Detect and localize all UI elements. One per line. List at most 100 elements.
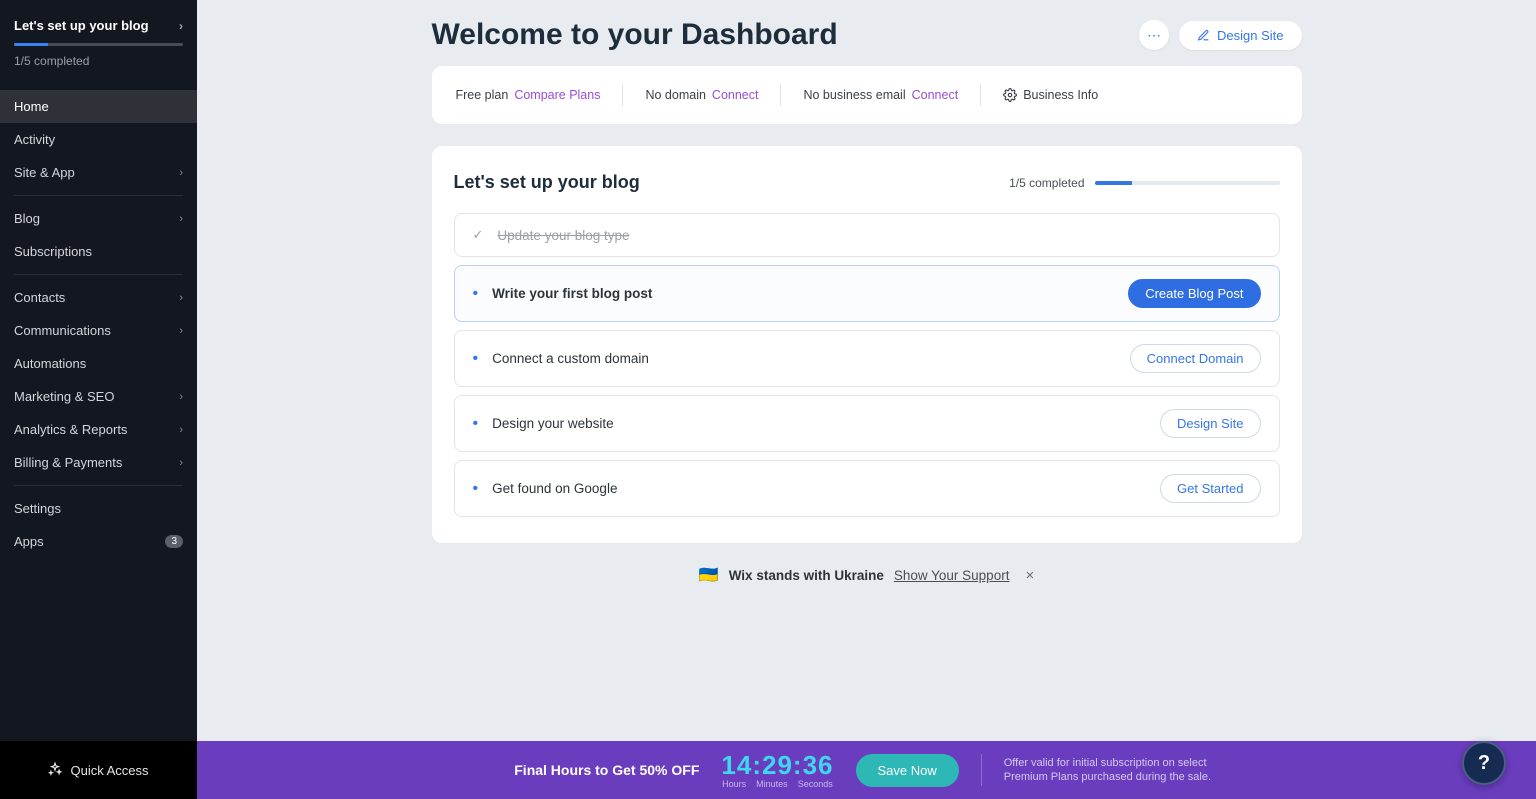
main-content: Welcome to your Dashboard ⋯ Design Site … [197, 0, 1536, 741]
nav-label: Communications [14, 323, 111, 338]
nav-communications[interactable]: Communications › [0, 314, 197, 347]
nav-analytics-reports[interactable]: Analytics & Reports › [0, 413, 197, 446]
offer-text: Offer valid for initial subscription on … [1004, 756, 1219, 785]
nav-billing-payments[interactable]: Billing & Payments › [0, 446, 197, 479]
sidebar-completed-text: 1/5 completed [14, 54, 183, 68]
apps-badge: 3 [165, 535, 183, 548]
setup-progress-fill [1095, 181, 1132, 185]
domain-status: No domain Connect [645, 88, 758, 102]
nav-label: Subscriptions [14, 244, 92, 259]
nav-label: Site & App [14, 165, 75, 180]
nav-contacts[interactable]: Contacts › [0, 281, 197, 314]
business-info-label: Business Info [1023, 88, 1098, 102]
close-icon[interactable]: × [1025, 567, 1034, 584]
create-blog-post-button[interactable]: Create Blog Post [1128, 279, 1260, 308]
quick-access-button[interactable]: Quick Access [0, 741, 197, 799]
seconds-value: 36 [803, 750, 834, 780]
setup-card-header: Let's set up your blog 1/5 completed [454, 172, 1280, 193]
task-row-google[interactable]: • Get found on Google Get Started [454, 460, 1280, 517]
nav-label: Contacts [14, 290, 65, 305]
sidebar-progress-bar [14, 43, 183, 46]
show-support-link[interactable]: Show Your Support [894, 568, 1010, 583]
save-now-button[interactable]: Save Now [856, 754, 959, 787]
status-divider [622, 84, 623, 106]
setup-progress: 1/5 completed [1009, 176, 1279, 190]
chevron-right-icon: › [179, 167, 183, 179]
minutes-value: 29 [762, 750, 793, 780]
pen-icon [1197, 29, 1210, 42]
nav-settings[interactable]: Settings [0, 492, 197, 525]
countdown-labels: Hours Minutes Seconds [722, 780, 833, 789]
nav-label: Home [14, 99, 49, 114]
get-started-button[interactable]: Get Started [1160, 474, 1260, 503]
chevron-right-icon: › [179, 325, 183, 337]
sidebar-nav: Home Activity Site & App › Blog › Subscr… [0, 90, 197, 741]
hours-value: 14 [721, 750, 752, 780]
nav-label: Settings [14, 501, 61, 516]
nav-marketing-seo[interactable]: Marketing & SEO › [0, 380, 197, 413]
plan-label: Free plan [456, 88, 509, 102]
sidebar: Let's set up your blog › 1/5 completed H… [0, 0, 197, 741]
countdown: 14:29:36 Hours Minutes Seconds [721, 752, 833, 789]
question-icon: ? [1478, 752, 1490, 775]
help-button[interactable]: ? [1462, 741, 1506, 785]
task-label: Write your first blog post [492, 286, 652, 301]
task-label: Connect a custom domain [492, 351, 649, 366]
task-row-write-first-post[interactable]: • Write your first blog post Create Blog… [454, 265, 1280, 322]
sidebar-setup-title: Let's set up your blog [14, 18, 149, 33]
gear-icon [1003, 88, 1017, 102]
seconds-label: Seconds [798, 780, 833, 789]
minutes-label: Minutes [756, 780, 788, 789]
promo-title: Final Hours to Get 50% OFF [514, 762, 699, 778]
status-strip: Free plan Compare Plans No domain Connec… [432, 66, 1302, 124]
chevron-right-icon: › [179, 19, 183, 33]
task-row-connect-domain[interactable]: • Connect a custom domain Connect Domain [454, 330, 1280, 387]
task-row-update-blog-type[interactable]: ✓ Update your blog type [454, 213, 1280, 257]
chevron-right-icon: › [179, 391, 183, 403]
task-label: Update your blog type [497, 228, 629, 243]
connect-domain-button[interactable]: Connect Domain [1130, 344, 1261, 373]
nav-apps[interactable]: Apps 3 [0, 525, 197, 558]
check-icon: ✓ [473, 227, 484, 243]
connect-email-link[interactable]: Connect [912, 88, 959, 102]
nav-label: Marketing & SEO [14, 389, 114, 404]
plan-status: Free plan Compare Plans [456, 88, 601, 102]
nav-activity[interactable]: Activity [0, 123, 197, 156]
design-site-label: Design Site [1217, 28, 1283, 43]
setup-completed-text: 1/5 completed [1009, 176, 1084, 190]
task-label: Design your website [492, 416, 614, 431]
page-title: Welcome to your Dashboard [432, 18, 838, 52]
nav-subscriptions[interactable]: Subscriptions [0, 235, 197, 268]
nav-label: Automations [14, 356, 86, 371]
nav-blog[interactable]: Blog › [0, 202, 197, 235]
business-info-link[interactable]: Business Info [1003, 88, 1098, 102]
nav-automations[interactable]: Automations [0, 347, 197, 380]
hours-label: Hours [722, 780, 746, 789]
nav-label: Analytics & Reports [14, 422, 127, 437]
nav-label: Billing & Payments [14, 455, 122, 470]
nav-divider [14, 485, 183, 486]
ukraine-banner: 🇺🇦 Wix stands with Ukraine Show Your Sup… [432, 565, 1302, 585]
design-site-button[interactable]: Design Site [1179, 21, 1301, 50]
domain-label: No domain [645, 88, 705, 102]
nav-site-app[interactable]: Site & App › [0, 156, 197, 189]
email-label: No business email [803, 88, 905, 102]
task-row-design-website[interactable]: • Design your website Design Site [454, 395, 1280, 452]
promo-bar: Final Hours to Get 50% OFF 14:29:36 Hour… [197, 741, 1536, 799]
nav-home[interactable]: Home [0, 90, 197, 123]
sidebar-setup-toggle[interactable]: Let's set up your blog › [14, 18, 183, 33]
more-actions-button[interactable]: ⋯ [1139, 20, 1169, 50]
quick-access-label: Quick Access [70, 763, 148, 778]
sidebar-setup-panel: Let's set up your blog › 1/5 completed [0, 0, 197, 76]
connect-domain-link[interactable]: Connect [712, 88, 759, 102]
setup-card-title: Let's set up your blog [454, 172, 640, 193]
promo-divider [981, 754, 982, 786]
email-status: No business email Connect [803, 88, 958, 102]
design-site-task-button[interactable]: Design Site [1160, 409, 1260, 438]
sidebar-progress-fill [14, 43, 48, 46]
compare-plans-link[interactable]: Compare Plans [514, 88, 600, 102]
nav-divider [14, 195, 183, 196]
chevron-right-icon: › [179, 457, 183, 469]
setup-progress-bar [1095, 181, 1280, 185]
header-actions: ⋯ Design Site [1139, 20, 1301, 50]
